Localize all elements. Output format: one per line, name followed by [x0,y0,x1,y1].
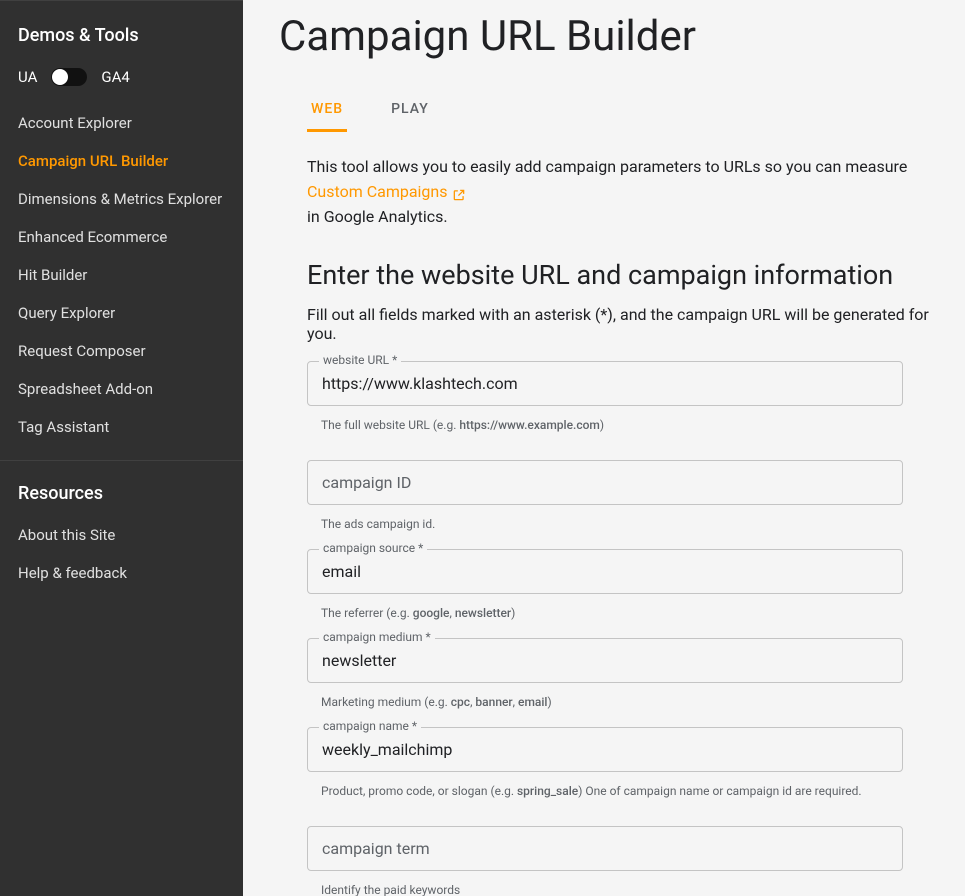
sidebar-section-resources: Resources [0,467,243,516]
sidebar-item-campaign-url-builder[interactable]: Campaign URL Builder [0,142,243,180]
field-website-url: website URL * [307,361,933,406]
main-content: Campaign URL Builder WEB PLAY This tool … [243,0,965,896]
input-campaign-name[interactable] [307,727,903,772]
platform-toggle[interactable] [51,68,87,86]
tabs: WEB PLAY [279,91,933,133]
field-campaign-name: campaign name * [307,727,933,772]
sidebar-item-hit-builder[interactable]: Hit Builder [0,256,243,294]
sidebar-item-request-composer[interactable]: Request Composer [0,332,243,370]
section-heading: Enter the website URL and campaign infor… [279,259,933,291]
page-title: Campaign URL Builder [279,12,933,61]
toggle-knob [52,69,68,85]
label-website-url: website URL * [319,353,401,367]
campaign-form: website URL * The full website URL (e.g.… [279,361,933,896]
input-campaign-id[interactable] [307,460,903,505]
section-subtext: Fill out all fields marked with an aster… [279,305,933,343]
tab-play[interactable]: PLAY [387,91,433,132]
field-campaign-source: campaign source * [307,549,933,594]
external-link-icon [452,185,466,199]
field-campaign-term [307,826,933,871]
label-campaign-medium: campaign medium * [319,630,435,644]
input-website-url[interactable] [307,361,903,406]
field-campaign-medium: campaign medium * [307,638,933,683]
sidebar-nav-demos: Account Explorer Campaign URL Builder Di… [0,104,243,446]
sidebar-divider [0,460,243,461]
sidebar-section-demos: Demos & Tools [0,9,243,58]
help-website-url: The full website URL (e.g. https://www.e… [307,412,933,450]
label-campaign-name: campaign name * [319,719,421,733]
intro-text: This tool allows you to easily add campa… [279,155,933,229]
help-campaign-name: Product, promo code, or slogan (e.g. spr… [307,778,933,816]
sidebar-item-dimensions-metrics[interactable]: Dimensions & Metrics Explorer [0,180,243,218]
sidebar-item-enhanced-ecommerce[interactable]: Enhanced Ecommerce [0,218,243,256]
label-campaign-source: campaign source * [319,541,427,555]
sidebar-item-account-explorer[interactable]: Account Explorer [0,104,243,142]
sidebar-item-help-feedback[interactable]: Help & feedback [0,554,243,592]
input-campaign-source[interactable] [307,549,903,594]
custom-campaigns-link[interactable]: Custom Campaigns [307,180,466,205]
tab-web[interactable]: WEB [307,91,347,132]
sidebar-item-query-explorer[interactable]: Query Explorer [0,294,243,332]
input-campaign-term[interactable] [307,826,903,871]
help-campaign-term: Identify the paid keywords [307,877,933,896]
input-campaign-medium[interactable] [307,638,903,683]
sidebar-item-tag-assistant[interactable]: Tag Assistant [0,408,243,446]
toggle-label-ua: UA [18,68,37,86]
toggle-label-ga4: GA4 [101,68,129,86]
intro-line-2: in Google Analytics. [307,207,448,226]
intro-line-1: This tool allows you to easily add campa… [307,157,907,176]
sidebar-nav-resources: About this Site Help & feedback [0,516,243,592]
sidebar: Demos & Tools UA GA4 Account Explorer Ca… [0,0,243,896]
link-text: Custom Campaigns [307,180,448,205]
ua-ga4-toggle-row: UA GA4 [0,58,243,104]
sidebar-item-about[interactable]: About this Site [0,516,243,554]
field-campaign-id [307,460,933,505]
sidebar-item-spreadsheet-addon[interactable]: Spreadsheet Add-on [0,370,243,408]
